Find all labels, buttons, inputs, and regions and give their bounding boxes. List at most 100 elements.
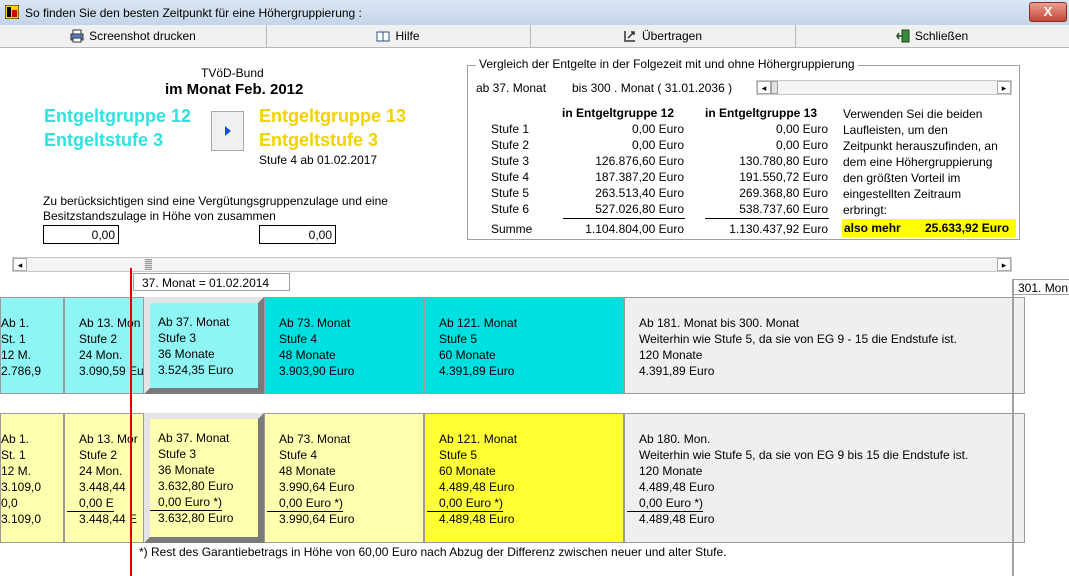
timeline-cell[interactable]: Ab 13. Mon Stufe 2 24 Mon. 3.090,59 Eu (64, 297, 144, 394)
timeline-cell[interactable]: Ab 73. Monat Stufe 4 48 Monate 3.990,64 Eur… (264, 413, 424, 543)
cell-text: Ab 1. (1, 432, 30, 446)
cell-line: 3.990,64 Euro (279, 479, 354, 495)
title-bar: So finden Sie den besten Zeitpunkt für e… (0, 0, 1069, 26)
timeline-cell[interactable]: Ab 121. Monat Stufe 5 60 Monate 4.391,89 Eu… (424, 297, 624, 394)
range-scrollbar[interactable]: ◂ ▸ (756, 80, 1012, 95)
scroll-right-icon[interactable]: ▸ (997, 81, 1011, 94)
cell-line: 3.109,0 (1, 511, 41, 527)
cell-text: Ab 181. Monat bis 300. Monat (639, 316, 800, 330)
sum-eg13: 1.130.437,92 Euro (729, 222, 828, 236)
timeline-cell[interactable]: Ab 121. Monat Stufe 5 60 Monate 4.489,48 Eu… (424, 413, 624, 543)
cell-line: 24 Mon. (79, 347, 143, 363)
cell-line: 0,00 Euro *) (267, 495, 354, 512)
help-button[interactable]: Hilfe (266, 25, 531, 47)
cell-line: 48 Monate (279, 347, 354, 363)
cell-text: Stufe 5 (439, 332, 478, 346)
print-screenshot-button[interactable]: Screenshot drucken (0, 25, 267, 47)
end-month-box: 301. Mon (1013, 279, 1069, 295)
cell-lines: Ab 37. Monat Stufe 3 36 Monate 3.632,80 Eur… (150, 430, 233, 526)
cell-text: 24 Mon. (79, 348, 123, 362)
timeline-scroll-left-icon[interactable]: ◂ (13, 258, 27, 271)
allowance-input-current[interactable]: 0,00 (43, 225, 119, 244)
cell-line: Ab 181. Monat bis 300. Monat (639, 315, 957, 331)
stufe-value-eg13: 0,00 Euro (775, 122, 828, 136)
timeline-cell[interactable]: Ab 13. Mor Stufe 2 24 Mon. 3.448,44 0,00 E 3.… (64, 413, 144, 543)
more-label: also mehr (844, 221, 901, 235)
cell-line: Stufe 2 (79, 331, 143, 347)
hint-text: Verwenden Sei die beiden Laufleisten, um … (843, 106, 998, 218)
cell-line: 36 Monate (158, 346, 233, 362)
cell-line: Ab 1. (1, 315, 41, 331)
range-scroll-thumb[interactable] (771, 81, 778, 94)
timeline-cell[interactable]: Ab 73. Monat Stufe 4 48 Monate 3.903,90 Eur… (264, 297, 424, 394)
scroll-left-icon[interactable]: ◂ (757, 81, 771, 94)
upgrade-arrow-button[interactable] (211, 111, 244, 151)
transfer-icon (624, 31, 635, 42)
cell-line: 4.391,89 Euro (639, 363, 957, 379)
month-heading: im Monat Feb. 2012 (165, 81, 304, 98)
timeline-scroll-thumb[interactable] (145, 259, 152, 270)
timeline-cell[interactable]: Ab 1. St. 1 12 M. 3.109,0 0,0 3.109,0 (0, 413, 64, 543)
marker-label: 37. Monat = 01.02.2014 (142, 276, 270, 290)
timeline-scrollbar[interactable]: ◂ ▸ (12, 257, 1012, 272)
column-header-eg13: in Entgeltgruppe 13 (705, 106, 818, 120)
timeline-marker-line[interactable] (130, 268, 132, 576)
timeline-cell[interactable]: Ab 37. Monat Stufe 3 36 Monate 3.632,80 Eur… (144, 413, 264, 543)
cell-line: Ab 1. (1, 431, 41, 447)
stufe-value-eg13: 538.737,60 Euro (739, 202, 828, 216)
cell-text: Weiterhin wie Stufe 5, da sie von EG 9 b… (639, 448, 969, 462)
cell-line: Stufe 3 (158, 330, 233, 346)
cell-text: Stufe 4 (279, 332, 318, 346)
cell-text: 60 Monate (439, 464, 496, 478)
cell-text: Stufe 2 (79, 332, 118, 346)
column-header-eg12: in Entgeltgruppe 12 (562, 106, 675, 120)
allowance-text-1: Zu berücksichtigen sind eine Vergütungsg… (43, 194, 388, 208)
cell-text: Stufe 3 (158, 447, 197, 461)
cell-text: 3.903,90 Euro (279, 364, 355, 378)
range-to: bis 300 . Monat ( 31.01.2036 ) (572, 81, 733, 95)
cell-text: 12 M. (1, 464, 32, 478)
sum-eg12: 1.104.804,00 Euro (585, 222, 684, 236)
window-title: So finden Sie den besten Zeitpunkt für e… (25, 6, 362, 20)
cell-line: Ab 121. Monat (439, 431, 517, 447)
cell-text: 24 Mon. (79, 464, 123, 478)
close-label: Schließen (914, 29, 969, 43)
cell-text: Stufe 2 (79, 448, 118, 462)
cell-lines: Ab 1. St. 1 12 M. 2.786,9 (1, 315, 41, 379)
stufe-value-eg13: 269.368,80 Euro (739, 186, 828, 200)
cell-lines: Ab 13. Mon Stufe 2 24 Mon. 3.090,59 Eu (79, 315, 143, 379)
cell-line: 3.448,44 E (79, 511, 138, 527)
stufe-label: Stufe 4 (491, 170, 530, 184)
cell-line: Stufe 5 (439, 447, 517, 463)
cell-text: 4.489,48 Euro (639, 512, 715, 526)
stufe-value-eg13: 191.550,72 Euro (739, 170, 828, 184)
cell-line: 12 M. (1, 463, 41, 479)
timeline-cell[interactable]: Ab 181. Monat bis 300. Monat Weiterhin wi… (624, 297, 1025, 394)
book-icon (376, 31, 390, 42)
timeline-cell[interactable]: Ab 1. St. 1 12 M. 2.786,9 (0, 297, 64, 394)
cell-text: 3.109,0 (1, 480, 42, 494)
close-button[interactable]: Schließen (795, 25, 1069, 47)
range-from: ab 37. Monat (476, 81, 547, 95)
close-window-button[interactable]: X (1029, 2, 1067, 22)
allowance-input-target[interactable]: 0,00 (259, 225, 336, 244)
cell-text: 3.524,35 Euro (158, 363, 234, 377)
footnote: *) Rest des Garantiebetrags in Höhe von … (139, 545, 727, 559)
cell-text: 48 Monate (279, 464, 336, 478)
cell-text: 3.109,0 (1, 512, 42, 526)
stufe-value-eg13: 130.780,80 Euro (739, 154, 828, 168)
timeline-cell[interactable]: Ab 37. Monat Stufe 3 36 Monate 3.524,35 Eur… (144, 297, 264, 394)
cell-text: 3.990,64 Euro (279, 480, 355, 494)
cell-line: 3.448,44 (79, 479, 138, 495)
cell-text: Ab 1. (1, 316, 30, 330)
cell-lines: Ab 121. Monat Stufe 5 60 Monate 4.391,89 Eu… (439, 315, 517, 379)
hint-line: Verwenden Sei die beiden (843, 107, 983, 121)
timeline-scroll-right-icon[interactable]: ▸ (997, 258, 1011, 271)
cell-text: St. 1 (1, 448, 26, 462)
transfer-button[interactable]: Übertragen (530, 25, 796, 47)
cell-line: 0,00 Euro *) (427, 495, 517, 512)
timeline-cell[interactable]: Ab 180. Mon. Weiterhin wie Stufe 5, da si… (624, 413, 1025, 543)
stufe-label: Stufe 3 (491, 154, 530, 168)
cell-text: 120 Monate (639, 464, 703, 478)
end-month-label: 301. Mon (1018, 281, 1069, 295)
